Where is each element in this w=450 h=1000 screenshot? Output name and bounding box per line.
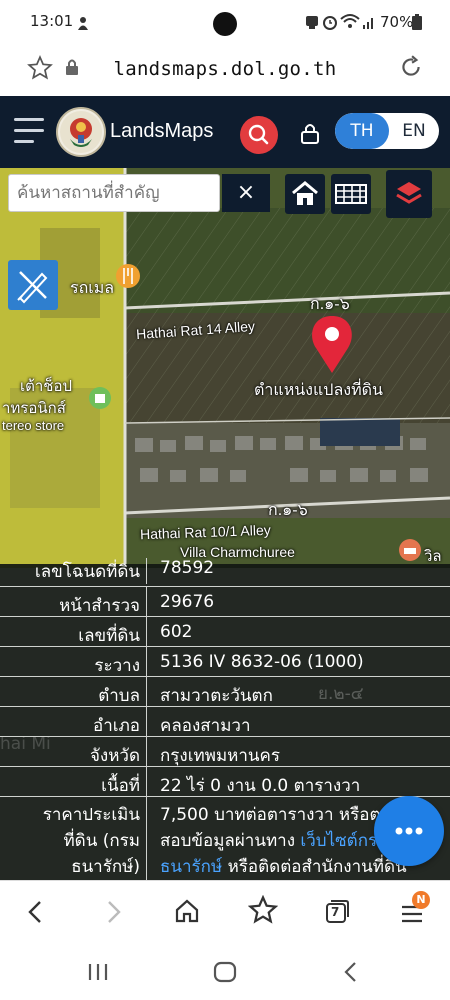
- system-nav-bar: [0, 944, 450, 1000]
- table-row: เลขที่ดิน 602: [0, 616, 450, 647]
- wifi-icon: [340, 14, 360, 28]
- department-logo: [56, 107, 106, 157]
- price-label-1: ราคาประเมิน: [42, 805, 140, 825]
- table-row: ตำบล สามวาตะวันตก: [0, 676, 450, 707]
- message-icon: [306, 16, 318, 29]
- browser-url-bar[interactable]: landsmaps.dol.go.th: [0, 46, 450, 96]
- signal-icon: [363, 18, 373, 29]
- map-label-parcel: ตำแหน่งแปลงที่ดิน: [254, 382, 383, 399]
- browser-bottom-bar: 7 N: [0, 880, 450, 945]
- price-line-2: สอบข้อมูลผ่านทาง เว็บไซต์กร: [160, 827, 377, 854]
- lang-en-option[interactable]: EN: [389, 113, 439, 149]
- table-row: จังหวัด กรุงเทพมหานคร: [0, 736, 450, 767]
- table-row: อำเภอ คลองสามวา: [0, 706, 450, 737]
- system-home-icon[interactable]: [212, 960, 238, 984]
- row-label: อำเภอ: [93, 716, 140, 736]
- battery-icon: [412, 14, 422, 30]
- clock: 13:01: [30, 12, 74, 30]
- more-dots-icon: [395, 827, 423, 835]
- status-bar: 13:01 70%: [0, 0, 450, 46]
- row-value: 602: [160, 622, 193, 642]
- restaurant-pin-icon[interactable]: [116, 264, 140, 288]
- row-label: เลขที่ดิน: [78, 626, 140, 646]
- grid-button[interactable]: [331, 174, 371, 214]
- draw-tool-button[interactable]: [8, 260, 58, 310]
- map-label-shop-mid3: tereo store: [2, 418, 65, 433]
- url-text[interactable]: landsmaps.dol.go.th: [0, 58, 450, 80]
- search-icon: [248, 124, 269, 145]
- price-label-2: ที่ดิน (กรม: [63, 831, 140, 851]
- app-header: LandsMaps TH EN: [0, 96, 450, 168]
- hamburger-menu-icon[interactable]: [10, 114, 50, 150]
- price-line-2-text: สอบข้อมูลผ่านทาง: [160, 831, 301, 851]
- home-button[interactable]: [285, 174, 325, 214]
- price-line-3: ธนารักษ์ หรือติดต่อสำนักงานที่ดิน: [160, 853, 407, 880]
- map-label-shop: รถเมล: [70, 280, 115, 297]
- treasury-link[interactable]: ธนารักษ์: [160, 857, 222, 877]
- home-browser-icon[interactable]: [173, 897, 201, 925]
- price-line-1: 7,500 บาทต่อตารางวา หรือตร: [160, 805, 390, 825]
- table-row: หน้าสำรวจ 29676: [0, 586, 450, 617]
- row-value: 5136 IV 8632-06 (1000): [160, 652, 364, 672]
- forward-arrow-icon[interactable]: [101, 899, 125, 925]
- shopping-pin-icon[interactable]: [89, 387, 111, 409]
- table-row: ระวาง 5136 IV 8632-06 (1000): [0, 646, 450, 677]
- row-value: คลองสามวา: [160, 716, 251, 736]
- row-value: สามวาตะวันตก: [160, 686, 273, 706]
- search-button[interactable]: [240, 116, 278, 154]
- map-label-shop-mid2: าทรอนิกส์: [2, 400, 66, 417]
- menu-badge: N: [412, 891, 430, 909]
- row-label: เนื้อที่: [101, 776, 140, 796]
- recent-apps-icon[interactable]: [86, 962, 110, 982]
- clear-search-button[interactable]: ×: [222, 174, 270, 212]
- tab-count: 7: [331, 905, 340, 919]
- system-back-icon[interactable]: [340, 960, 362, 984]
- ruler-pencil-icon: [17, 271, 48, 304]
- layers-icon: [396, 182, 422, 204]
- battery-percent: 70%: [380, 13, 414, 31]
- row-value: 78592: [160, 558, 215, 578]
- login-lock-icon[interactable]: [300, 122, 320, 144]
- row-label: ตำบล: [98, 686, 140, 706]
- lang-th-option[interactable]: TH: [335, 113, 389, 149]
- alarm-icon: [323, 16, 337, 30]
- browser-menu-button[interactable]: N: [400, 891, 430, 927]
- tabs-button[interactable]: 7: [324, 899, 349, 923]
- map-label-zone-bottom: ก.๑-๖: [268, 502, 308, 519]
- grid-icon: [335, 184, 367, 204]
- row-value: กรุงเทพมหานคร: [160, 746, 281, 766]
- row-label: ระวาง: [94, 656, 140, 676]
- map-label-shop-mid: เต้าช็อป: [20, 378, 73, 395]
- row-label: หน้าสำรวจ: [59, 596, 140, 616]
- price-label-3: ธนารักษ์): [71, 857, 140, 877]
- bookmarks-star-icon[interactable]: [248, 895, 278, 925]
- brand-title: LandsMaps: [110, 120, 214, 142]
- table-row: เนื้อที่ 22 ไร่ 0 งาน 0.0 ตารางวา: [0, 766, 450, 797]
- back-arrow-icon[interactable]: [24, 899, 48, 925]
- notification-icon: [78, 17, 88, 30]
- table-row: เลขโฉนดที่ดิน 78592: [0, 558, 450, 584]
- reload-icon[interactable]: [398, 54, 424, 80]
- place-search-input[interactable]: [8, 174, 220, 212]
- camera-cutout: [213, 12, 237, 36]
- satellite-map[interactable]: Hathai Rat 14 Alley Hathai Rat 10/1 Alle…: [0, 168, 450, 568]
- language-toggle[interactable]: TH EN: [335, 113, 439, 149]
- row-label: จังหวัด: [89, 746, 140, 766]
- layers-button[interactable]: [386, 170, 432, 218]
- more-options-button[interactable]: [374, 796, 444, 866]
- map-label-zone-top: ก.๑-๖: [310, 296, 350, 313]
- home-icon: [292, 181, 318, 205]
- row-value: 29676: [160, 592, 215, 612]
- row-label: เลขโฉนดที่ดิน: [34, 562, 140, 582]
- treasury-website-link[interactable]: เว็บไซต์กร: [300, 831, 377, 851]
- row-value: 22 ไร่ 0 งาน 0.0 ตารางวา: [160, 776, 361, 796]
